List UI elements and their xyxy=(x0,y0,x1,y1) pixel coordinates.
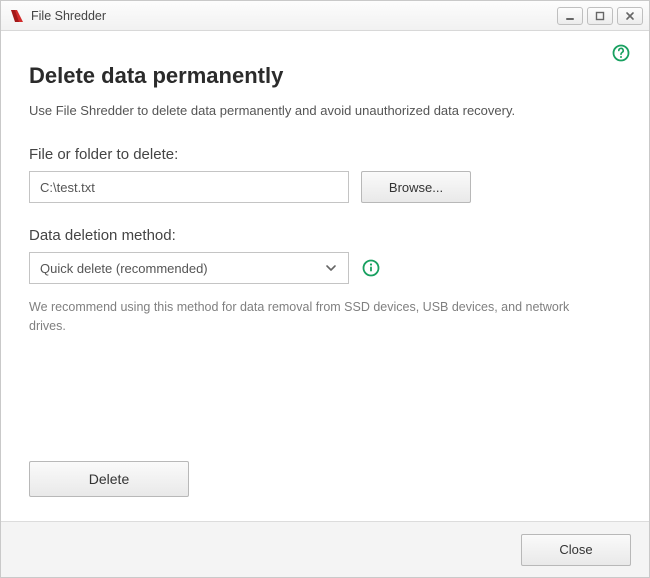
app-window: File Shredder Delete data permanently Us… xyxy=(0,0,650,578)
method-selected-value: Quick delete (recommended) xyxy=(40,261,208,276)
method-field-label: Data deletion method: xyxy=(29,227,621,244)
method-row: Quick delete (recommended) xyxy=(29,252,621,284)
file-field-label: File or folder to delete: xyxy=(29,146,621,163)
file-path-input[interactable] xyxy=(29,171,349,203)
info-icon[interactable] xyxy=(361,258,381,278)
action-area: Delete xyxy=(29,461,621,511)
browse-button[interactable]: Browse... xyxy=(361,171,471,203)
delete-button[interactable]: Delete xyxy=(29,461,189,497)
app-icon xyxy=(9,8,25,24)
close-window-button[interactable] xyxy=(617,7,643,25)
content-area: Delete data permanently Use File Shredde… xyxy=(1,31,649,521)
window-title: File Shredder xyxy=(31,9,106,23)
page-description: Use File Shredder to delete data permane… xyxy=(29,103,621,118)
close-button[interactable]: Close xyxy=(521,534,631,566)
help-icon[interactable] xyxy=(611,43,631,63)
minimize-button[interactable] xyxy=(557,7,583,25)
file-row: Browse... xyxy=(29,171,621,203)
titlebar: File Shredder xyxy=(1,1,649,31)
method-recommendation: We recommend using this method for data … xyxy=(29,298,609,336)
maximize-button[interactable] xyxy=(587,7,613,25)
page-title: Delete data permanently xyxy=(29,63,621,89)
method-select[interactable]: Quick delete (recommended) xyxy=(29,252,349,284)
footer: Close xyxy=(1,521,649,577)
chevron-down-icon xyxy=(324,261,338,275)
